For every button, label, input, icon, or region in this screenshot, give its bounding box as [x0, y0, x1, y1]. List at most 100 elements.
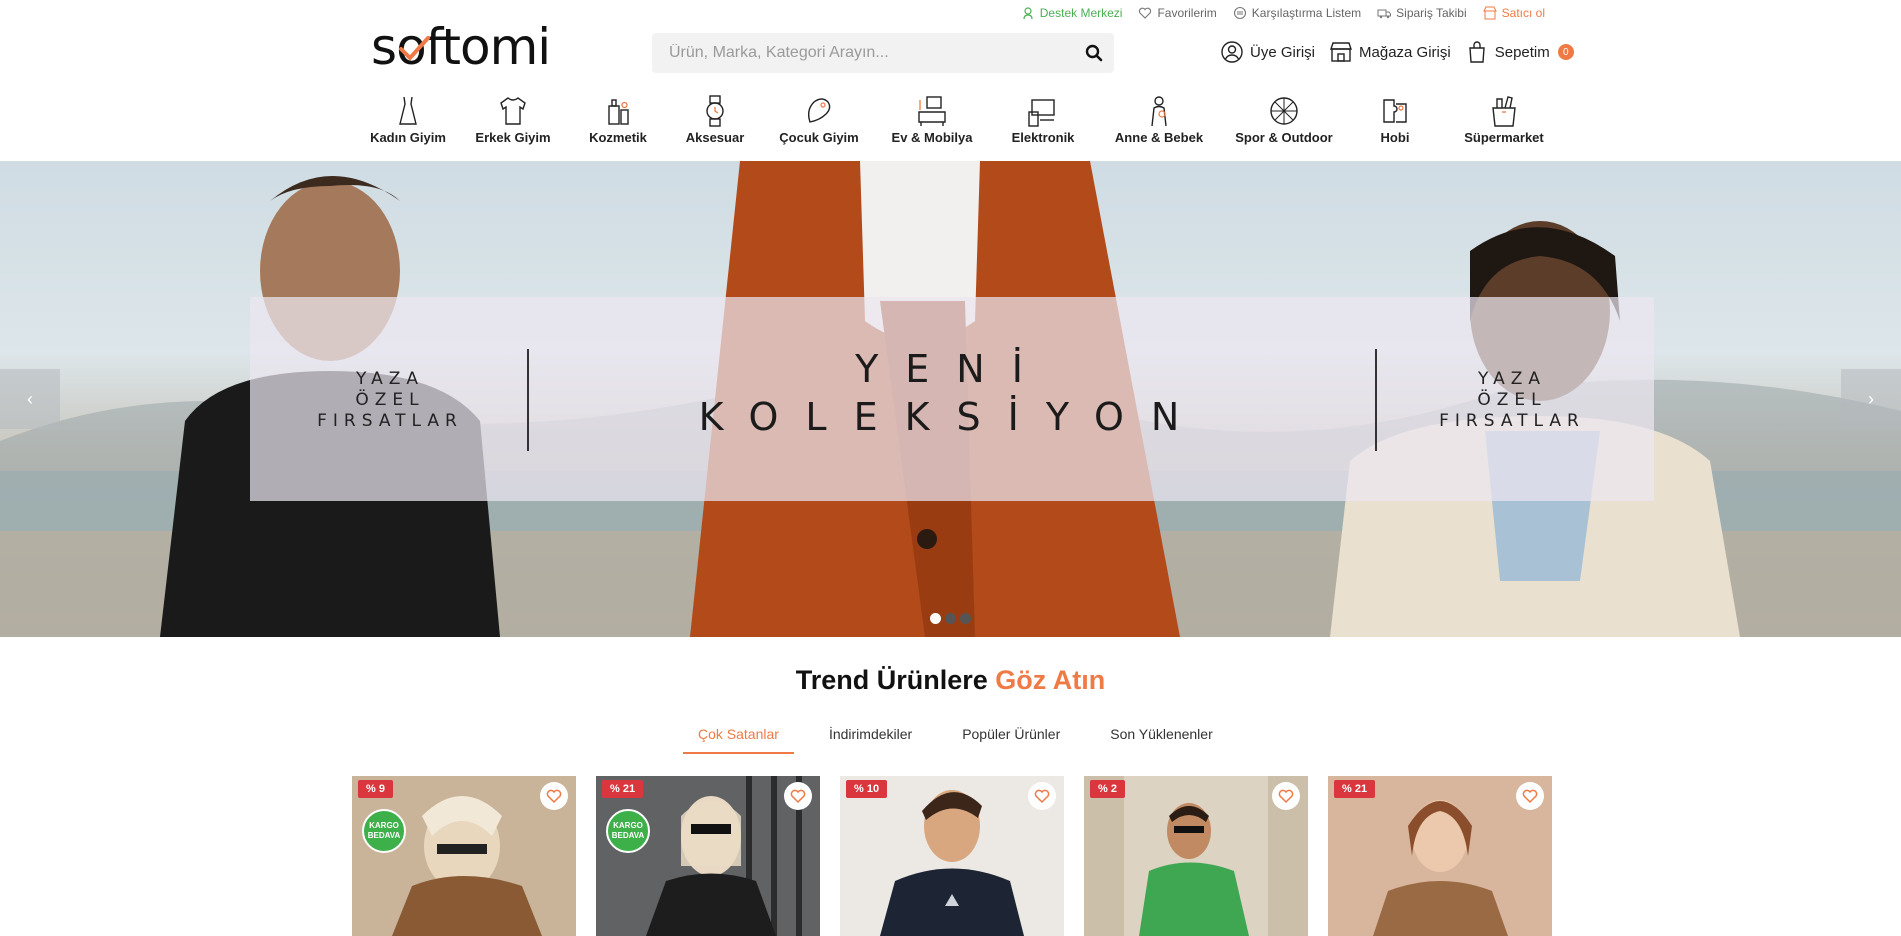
category-label: Elektronik — [1011, 130, 1075, 145]
banner-divider-left — [527, 349, 529, 451]
category-label: Kadın Giyim — [370, 130, 446, 145]
category-anne-bebek[interactable]: Anne & Bebek — [1096, 94, 1222, 145]
cart-count-badge: 0 — [1557, 44, 1574, 60]
search-input[interactable] — [652, 33, 1074, 73]
category-kozmetik[interactable]: Kozmetik — [570, 94, 666, 145]
banner-right-line: YAZA — [1478, 369, 1546, 389]
category-kadin-giyim[interactable]: Kadın Giyim — [360, 94, 456, 145]
category-label: Anne & Bebek — [1114, 130, 1204, 145]
category-label: Ev & Mobilya — [891, 130, 973, 145]
truck-icon — [1377, 9, 1392, 19]
cart-button[interactable]: Sepetim 0 — [1465, 40, 1574, 64]
store-icon — [1330, 42, 1352, 62]
search-bar — [652, 33, 1114, 73]
slider-dot[interactable] — [930, 613, 941, 624]
cosmetics-icon — [608, 99, 629, 125]
favorite-button[interactable] — [1516, 782, 1544, 810]
category-cocuk-giyim[interactable]: Çocuk Giyim — [764, 94, 874, 145]
tab-populer-urunler[interactable]: Popüler Ürünler — [947, 726, 1075, 754]
heart-icon — [790, 789, 806, 804]
shirt-icon — [500, 97, 526, 125]
tab-son-yuklenenler[interactable]: Son Yüklenenler — [1095, 726, 1227, 754]
slider-dots — [930, 613, 971, 624]
category-ev-mobilya[interactable]: Ev & Mobilya — [874, 94, 990, 145]
banner-main-line: KOLEKSİYON — [698, 395, 1207, 439]
product-card[interactable]: % 2 — [1084, 776, 1308, 936]
compare-list-label: Karşılaştırma Listem — [1251, 6, 1362, 20]
order-tracking-label: Sipariş Takibi — [1396, 6, 1467, 20]
banner-left-line: ÖZEL — [355, 390, 425, 410]
heart-icon — [1139, 7, 1152, 19]
hero-banner[interactable]: YAZA ÖZEL FIRSATLAR YENİ KOLEKSİYON YAZA… — [250, 297, 1654, 501]
banner-main-line: YENİ — [855, 347, 1050, 391]
chevron-left-icon: ‹ — [27, 388, 33, 409]
favorite-button[interactable] — [784, 782, 812, 810]
product-card[interactable]: % 10 — [840, 776, 1064, 936]
supermarket-icon — [1492, 96, 1516, 127]
category-spor-outdoor[interactable]: Spor & Outdoor — [1222, 94, 1346, 145]
favorite-button[interactable] — [1028, 782, 1056, 810]
favorite-button[interactable] — [1272, 782, 1300, 810]
store-icon — [1482, 6, 1497, 20]
hero-slider: YAZA ÖZEL FIRSATLAR YENİ KOLEKSİYON YAZA… — [0, 161, 1901, 637]
member-login-button[interactable]: Üye Girişi — [1220, 40, 1315, 64]
heart-icon — [546, 789, 562, 804]
category-aksesuar[interactable]: Aksesuar — [666, 94, 764, 145]
checkmark-icon — [399, 36, 431, 61]
banner-right-line: ÖZEL — [1477, 390, 1547, 410]
top-utility-bar: Destek Merkezi Favorilerim Karşılaştırma… — [0, 0, 1901, 26]
logo-text-start: s — [371, 18, 397, 76]
category-supermarket[interactable]: Süpermarket — [1444, 94, 1564, 145]
section-title-accent: Göz Atın — [995, 665, 1106, 695]
favorites-label: Favorilerim — [1157, 6, 1217, 20]
electronics-icon — [1028, 99, 1055, 127]
discount-badge: % 10 — [846, 780, 888, 798]
category-label: Aksesuar — [685, 130, 745, 145]
slider-dot[interactable] — [960, 613, 971, 624]
utility-links: Destek Merkezi Favorilerim Karşılaştırma… — [1021, 6, 1545, 20]
slider-next-button[interactable]: › — [1841, 369, 1901, 429]
search-icon — [1085, 44, 1103, 62]
favorites-link[interactable]: Favorilerim — [1138, 6, 1217, 20]
slider-dot[interactable] — [945, 613, 956, 624]
order-tracking-link[interactable]: Sipariş Takibi — [1377, 6, 1467, 20]
tab-cok-satanlar[interactable]: Çok Satanlar — [683, 726, 794, 754]
category-label: Spor & Outdoor — [1235, 130, 1333, 145]
support-center-label: Destek Merkezi — [1039, 6, 1123, 20]
product-card[interactable]: % 9 KARGO BEDAVA — [352, 776, 576, 936]
category-erkek-giyim[interactable]: Erkek Giyim — [456, 94, 570, 145]
banner-left-text: YAZA ÖZEL FIRSATLAR — [290, 369, 490, 432]
section-title: Trend Ürünlere Göz Atın — [0, 665, 1901, 696]
cart-label: Sepetim — [1494, 43, 1550, 61]
category-elektronik[interactable]: Elektronik — [990, 94, 1096, 145]
discount-badge: % 21 — [602, 780, 644, 798]
compare-list-link[interactable]: Karşılaştırma Listem — [1233, 6, 1361, 20]
discount-badge: % 2 — [1090, 780, 1125, 798]
site-logo[interactable]: so ftomi — [371, 22, 551, 72]
logo-check-o: o — [396, 22, 431, 72]
store-login-button[interactable]: Mağaza Girişi — [1329, 40, 1451, 64]
product-grid: % 9 KARGO BEDAVA % 21 KARGO BEDAVA % 10 … — [352, 776, 1552, 936]
product-card[interactable]: % 21 — [1328, 776, 1552, 936]
user-actions: Üye Girişi Mağaza Girişi Sepetim 0 — [1220, 40, 1574, 64]
become-seller-link[interactable]: Satıcı ol — [1482, 6, 1545, 20]
category-label: Süpermarket — [1464, 130, 1544, 145]
category-label: Hobi — [1380, 130, 1410, 145]
category-nav: Kadın Giyim Erkek Giyim Kozmetik Aksesua… — [360, 94, 1564, 145]
tab-indirimdekiler[interactable]: İndirimdekiler — [814, 726, 927, 754]
free-shipping-badge: KARGO BEDAVA — [606, 809, 650, 853]
product-card[interactable]: % 21 KARGO BEDAVA — [596, 776, 820, 936]
support-center-link[interactable]: Destek Merkezi — [1021, 6, 1123, 20]
banner-left-line: FIRSATLAR — [317, 411, 463, 431]
category-hobi[interactable]: Hobi — [1346, 94, 1444, 145]
hobby-icon — [1383, 99, 1407, 123]
furniture-icon — [918, 96, 946, 126]
slider-prev-button[interactable]: ‹ — [0, 369, 60, 429]
user-icon — [1221, 41, 1243, 63]
free-shipping-badge: KARGO BEDAVA — [362, 809, 406, 853]
chevron-right-icon: › — [1868, 388, 1874, 409]
search-button[interactable] — [1074, 33, 1114, 73]
heart-icon — [1522, 789, 1538, 804]
favorite-button[interactable] — [540, 782, 568, 810]
discount-badge: % 21 — [1334, 780, 1376, 798]
